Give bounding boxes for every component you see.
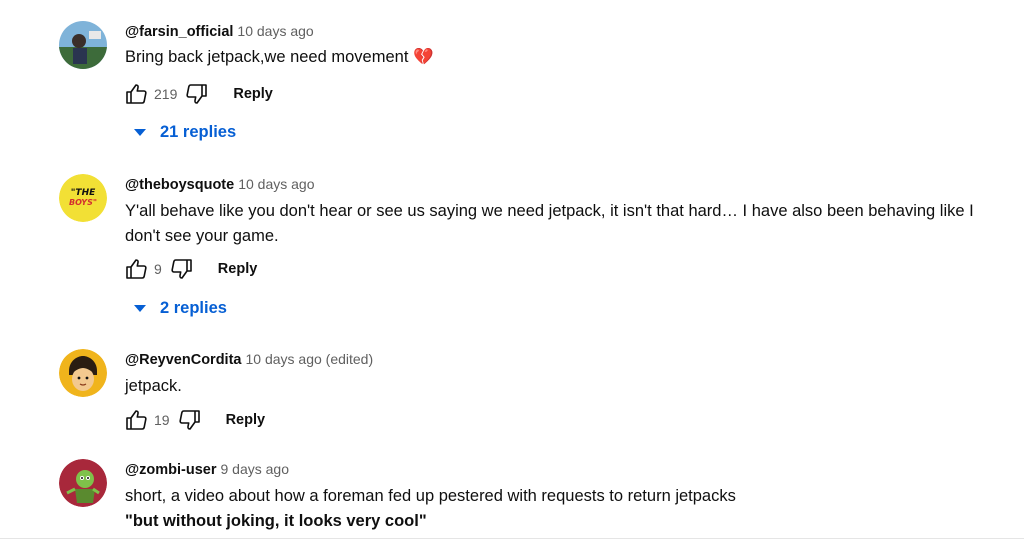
like-icon[interactable]	[122, 80, 150, 108]
dislike-icon[interactable]	[176, 406, 204, 434]
caret-down-icon	[134, 305, 146, 312]
comment-author[interactable]: @theboysquote	[125, 177, 234, 193]
svg-text:BOYS": BOYS"	[69, 198, 97, 207]
comment-author[interactable]: @ReyvenCordita	[125, 352, 241, 368]
comment-time[interactable]: 9 days ago	[220, 461, 289, 477]
comment-author[interactable]: @zombi-user	[125, 462, 216, 478]
comment-text-body: short, a video about how a foreman fed u…	[125, 487, 736, 505]
avatar[interactable]: "THE BOYS"	[59, 174, 107, 222]
like-icon[interactable]	[122, 406, 150, 434]
reply-button[interactable]: Reply	[218, 261, 258, 277]
comment-text-body: Bring back jetpack,we need movement	[125, 48, 409, 66]
replies-label: 21 replies	[160, 123, 237, 141]
broken-heart-emoji: 💔	[413, 48, 434, 66]
avatar[interactable]	[59, 459, 107, 507]
view-replies-button[interactable]: 2 replies	[130, 299, 227, 318]
comment-author[interactable]: @farsin_official	[125, 24, 233, 40]
replies-label: 2 replies	[160, 299, 227, 317]
comment-text-bold: "but without joking, it looks very cool"	[125, 512, 427, 530]
comment-actions: 219 Reply	[122, 80, 273, 108]
comment-actions: 9 Reply	[122, 255, 257, 283]
reply-button[interactable]: Reply	[226, 412, 266, 428]
comment-time[interactable]: 10 days ago	[238, 176, 314, 192]
like-count: 19	[154, 412, 170, 428]
comment-actions: 19 Reply	[122, 406, 265, 434]
comment-time[interactable]: 10 days ago (edited)	[245, 351, 373, 367]
comment-text: jetpack.	[125, 377, 182, 395]
comment-time[interactable]: 10 days ago	[237, 23, 313, 39]
caret-down-icon	[134, 129, 146, 136]
reply-button[interactable]: Reply	[233, 86, 273, 102]
like-count: 219	[154, 86, 178, 102]
dislike-icon[interactable]	[183, 80, 211, 108]
avatar[interactable]	[59, 349, 107, 397]
avatar-logo-text: "THE	[71, 188, 96, 198]
comment-text: short, a video about how a foreman fed u…	[125, 484, 1005, 534]
divider	[0, 538, 1024, 539]
dislike-icon[interactable]	[168, 255, 196, 283]
like-icon[interactable]	[122, 255, 150, 283]
comment-text: Bring back jetpack,we need movement 💔	[125, 45, 1005, 70]
like-count: 9	[154, 261, 162, 277]
comment-text: Y'all behave like you don't hear or see …	[125, 202, 974, 245]
avatar[interactable]	[59, 21, 107, 69]
view-replies-button[interactable]: 21 replies	[130, 123, 236, 142]
